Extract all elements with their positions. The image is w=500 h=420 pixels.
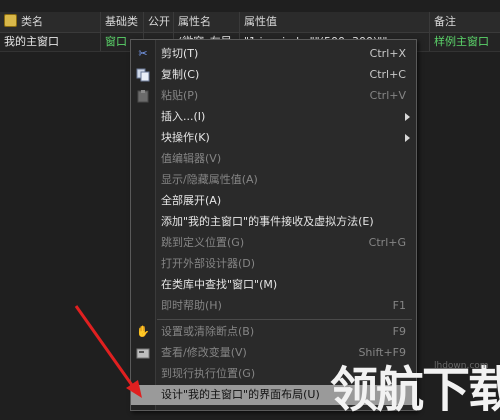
submenu-arrow-icon [405,134,410,142]
menu-item-paste[interactable]: 粘贴(P) Ctrl+V [131,86,416,106]
menu-item-instant-help[interactable]: 即时帮助(H) F1 [131,296,416,316]
menu-item-goto-definition[interactable]: 跳到定义位置(G) Ctrl+G [131,233,416,253]
header-prop-name[interactable]: 属性名 [173,12,239,32]
cell-base-class[interactable]: 窗口 [100,33,130,51]
cell-class-name[interactable]: 我的主窗口 [0,33,100,51]
class-icon [4,14,17,27]
scissors-icon: ✂ [138,47,148,60]
menu-item-block-ops[interactable]: 块操作(K) [131,128,416,148]
menu-item-copy[interactable]: 复制(C) Ctrl+C [131,65,416,85]
menu-item-cut[interactable]: ✂ 剪切(T) Ctrl+X [131,44,416,64]
table-header: 类名 基础类 公开 属性名 属性值 备注 [0,12,500,33]
menu-separator [157,319,412,320]
copy-icon [136,68,150,82]
cell-remark[interactable]: 样例主窗口 [429,33,500,51]
header-base-class[interactable]: 基础类 [100,12,143,32]
annotation-arrow-icon [74,305,142,398]
watermark-url: lhdown.com [434,361,489,371]
header-public[interactable]: 公开 [143,12,173,32]
menu-item-toggle-values[interactable]: 显示/隐藏属性值(A) [131,170,416,190]
menu-item-value-editor[interactable]: 值编辑器(V) [131,149,416,169]
menu-item-expand-all[interactable]: 全部展开(A) [131,191,416,211]
paste-icon [136,89,150,103]
menu-item-find-in-library[interactable]: 在类库中查找"窗口"(M) [131,275,416,295]
header-prop-value[interactable]: 属性值 [239,12,429,32]
header-remark[interactable]: 备注 [429,12,500,32]
submenu-arrow-icon [405,113,410,121]
menu-item-add-events[interactable]: 添加"我的主窗口"的事件接收及虚拟方法(E) [131,212,416,232]
menu-item-insert[interactable]: 插入...(I) [131,107,416,127]
header-class-name[interactable]: 类名 [0,12,100,32]
menu-item-external-designer[interactable]: 打开外部设计器(D) [131,254,416,274]
